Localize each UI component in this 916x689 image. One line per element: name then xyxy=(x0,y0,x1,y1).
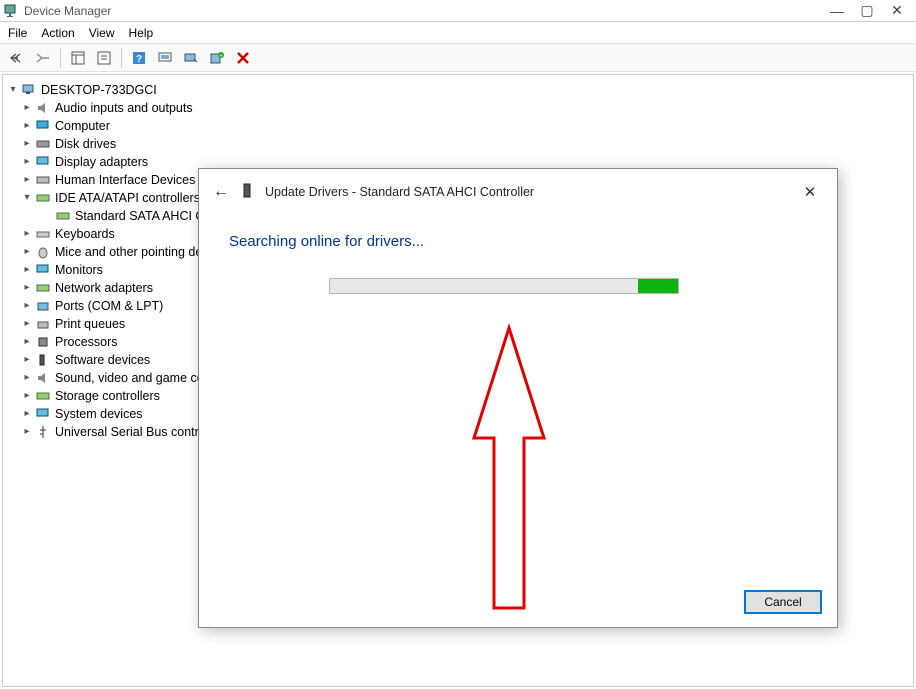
back-button[interactable] xyxy=(6,47,28,69)
speaker-icon xyxy=(35,100,51,116)
tree-root-label: DESKTOP-733DGCI xyxy=(41,81,157,99)
help-button[interactable]: ? xyxy=(128,47,150,69)
mouse-icon xyxy=(35,244,51,260)
chevron-right-icon[interactable]: ▸ xyxy=(21,333,33,351)
display-icon xyxy=(35,154,51,170)
progress-fill xyxy=(638,279,678,293)
controller-icon xyxy=(55,208,71,224)
storage-icon xyxy=(35,388,51,404)
dialog-body: Searching online for drivers... xyxy=(199,215,837,312)
monitor-icon xyxy=(35,262,51,278)
update-drivers-dialog: ← Update Drivers - Standard SATA AHCI Co… xyxy=(198,168,838,628)
computer-icon-button[interactable] xyxy=(154,47,176,69)
dialog-title: Update Drivers - Standard SATA AHCI Cont… xyxy=(265,185,797,199)
window-title: Device Manager xyxy=(24,4,111,18)
chevron-right-icon[interactable]: ▸ xyxy=(21,387,33,405)
chevron-right-icon[interactable]: ▸ xyxy=(21,261,33,279)
menu-action[interactable]: Action xyxy=(41,26,74,40)
printer-icon xyxy=(35,316,51,332)
svg-text:+: + xyxy=(219,53,223,59)
cpu-icon xyxy=(35,334,51,350)
usb-icon xyxy=(35,424,51,440)
minimize-button[interactable]: — xyxy=(822,3,852,19)
device-icon xyxy=(241,183,259,202)
chevron-right-icon[interactable]: ▸ xyxy=(21,351,33,369)
uninstall-device-button[interactable] xyxy=(232,47,254,69)
hid-icon xyxy=(35,172,51,188)
tree-item-disk[interactable]: ▸Disk drives xyxy=(7,135,909,153)
forward-button[interactable] xyxy=(32,47,54,69)
maximize-button[interactable]: ▢ xyxy=(852,2,882,19)
cancel-button[interactable]: Cancel xyxy=(745,591,821,613)
ide-icon xyxy=(35,190,51,206)
title-bar: Device Manager — ▢ ✕ xyxy=(0,0,916,22)
close-icon[interactable]: ✕ xyxy=(797,183,823,201)
chevron-right-icon[interactable]: ▸ xyxy=(21,225,33,243)
menu-file[interactable]: File xyxy=(8,26,27,40)
tree-root[interactable]: ▾ DESKTOP-733DGCI xyxy=(7,81,909,99)
network-icon xyxy=(35,280,51,296)
menu-view[interactable]: View xyxy=(89,26,115,40)
scan-hardware-button[interactable] xyxy=(180,47,202,69)
show-hide-tree-button[interactable] xyxy=(67,47,89,69)
dialog-footer: Cancel xyxy=(745,591,821,613)
add-legacy-hardware-button[interactable]: + xyxy=(206,47,228,69)
chevron-right-icon[interactable]: ▸ xyxy=(21,279,33,297)
dialog-status: Searching online for drivers... xyxy=(229,233,807,250)
port-icon xyxy=(35,298,51,314)
chevron-right-icon[interactable]: ▸ xyxy=(21,423,33,441)
chevron-right-icon[interactable]: ▸ xyxy=(21,405,33,423)
tree-item-computer[interactable]: ▸Computer xyxy=(7,117,909,135)
chevron-right-icon[interactable]: ▸ xyxy=(21,297,33,315)
menu-bar: File Action View Help xyxy=(0,22,916,44)
chevron-right-icon[interactable]: ▸ xyxy=(21,99,33,117)
chevron-right-icon[interactable]: ▸ xyxy=(21,135,33,153)
computer-icon xyxy=(21,82,37,98)
close-button[interactable]: ✕ xyxy=(882,2,912,19)
chevron-right-icon[interactable]: ▸ xyxy=(21,315,33,333)
chevron-right-icon[interactable]: ▸ xyxy=(21,117,33,135)
chevron-down-icon[interactable]: ▾ xyxy=(7,81,19,99)
speaker-icon xyxy=(35,370,51,386)
disk-icon xyxy=(35,136,51,152)
progress-bar xyxy=(329,278,679,294)
back-arrow-icon[interactable]: ← xyxy=(213,183,235,201)
dialog-header: ← Update Drivers - Standard SATA AHCI Co… xyxy=(199,169,837,215)
chevron-right-icon[interactable]: ▸ xyxy=(21,153,33,171)
properties-button[interactable] xyxy=(93,47,115,69)
chevron-right-icon[interactable]: ▸ xyxy=(21,171,33,189)
tree-item-audio[interactable]: ▸Audio inputs and outputs xyxy=(7,99,909,117)
chevron-right-icon[interactable]: ▸ xyxy=(21,369,33,387)
toolbar: ? + xyxy=(0,44,916,72)
menu-help[interactable]: Help xyxy=(129,26,154,40)
software-icon xyxy=(35,352,51,368)
monitor-icon xyxy=(35,118,51,134)
keyboard-icon xyxy=(35,226,51,242)
svg-text:?: ? xyxy=(136,54,142,65)
chevron-down-icon[interactable]: ▾ xyxy=(21,189,33,207)
chevron-right-icon[interactable]: ▸ xyxy=(21,243,33,261)
app-icon xyxy=(4,3,20,19)
system-icon xyxy=(35,406,51,422)
